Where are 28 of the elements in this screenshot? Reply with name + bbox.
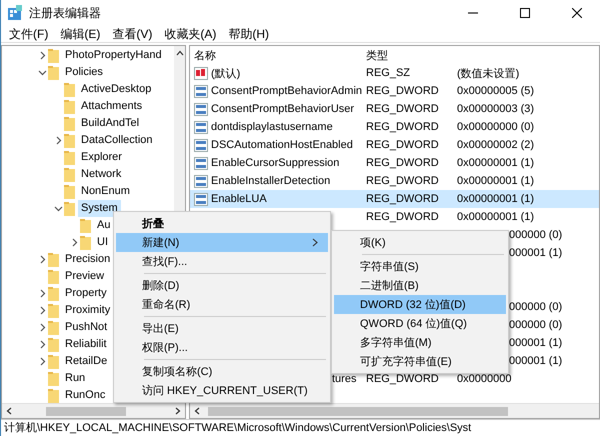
value-data: 0x00000003 (3) [457,103,534,115]
value-type: REG_DWORD [366,139,439,151]
value-data: 000000 (0) [509,319,562,331]
value-type: REG_DWORD [366,193,439,205]
value-data: 000000 (0) [509,229,562,241]
value-type: REG_DWORD [366,121,439,133]
value-data: 000000 (0) [509,301,562,313]
value-data: 000001 (1) [509,355,562,367]
value-data: 0x00000005 (5) [457,85,534,97]
value-type: REG_DWORD [366,157,439,169]
status-bar: 计算机\HKEY_LOCAL_MACHINE\SOFTWARE\Microsoft\Windows\CurrentVersion\Policies\Syst [1,419,600,436]
window-title: 注册表编辑器 [29,4,102,22]
value-data: 0x00000001 (1) [457,211,534,223]
value-type: REG_DWORD [366,211,439,223]
value-type: REG_DWORD [366,103,439,115]
value-data: 0x00000001 (1) [457,175,534,187]
value-data: 0x00000001 (1) [457,193,534,205]
value-type: REG_DWORD [366,85,439,97]
value-data: 000001 (1) [509,247,562,259]
value-data: 0x00000001 (1) [457,157,534,169]
value-type: REG_DWORD [366,373,439,385]
value-data: (数值未设置) [457,68,520,80]
value-type: REG_SZ [366,67,410,79]
value-data: 000001 (1) [509,337,562,349]
value-data: 0x00000000 (0) [457,121,534,133]
value-data: 0x00000002 (2) [457,139,534,151]
value-data: 0x0000000 [457,373,512,385]
value-type: REG_DWORD [366,175,439,187]
